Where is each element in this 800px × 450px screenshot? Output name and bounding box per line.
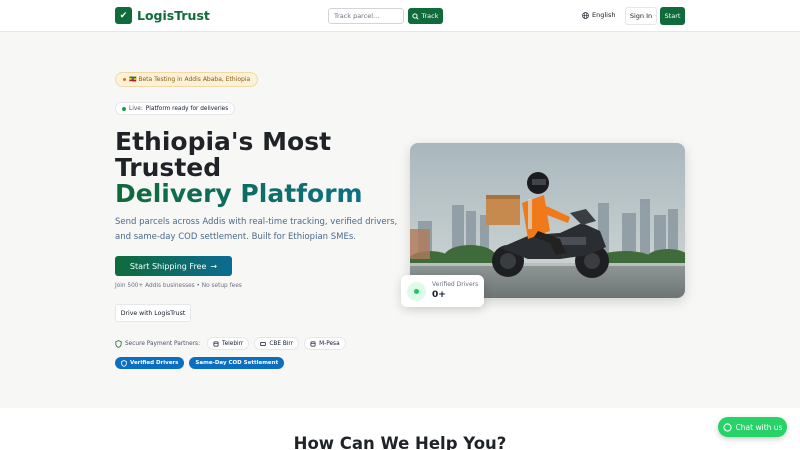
language-label: English [592, 11, 616, 19]
partner-cbe-birr: CBE Birr [254, 337, 300, 350]
live-status-badge: Live: Platform ready for deliveries [115, 102, 236, 115]
start-shipping-button[interactable]: Start Shipping Free → [115, 256, 232, 276]
top-navbar: ✔ LogisTrust Track English Sign In Start [0, 0, 800, 32]
shield-icon [115, 339, 122, 348]
live-label: Live: [129, 105, 143, 112]
section-title: How Can We Help You? [293, 434, 507, 450]
phone-icon [213, 341, 219, 346]
hero-title-line1: Ethiopia's Most [115, 127, 332, 156]
verified-drivers-count: 0+ [432, 290, 446, 300]
payment-partners: Secure Payment Partners: Telebirr CBE Bi… [115, 337, 346, 350]
partner-m-pesa-label: M-Pesa [319, 340, 340, 347]
beta-badge: 🇪🇹 Beta Testing in Addis Ababa, Ethiopia [115, 72, 259, 87]
card-icon [260, 341, 267, 346]
chat-bubble-icon [722, 422, 732, 432]
hero-title: Ethiopia's Most Trusted Delivery Platfor… [115, 129, 405, 207]
start-shipping-label: Start Shipping Free [129, 261, 207, 271]
partners-label-group: Secure Payment Partners: [115, 339, 201, 348]
arrow-right-icon: → [210, 261, 218, 271]
beta-dot-icon [123, 78, 126, 81]
live-dot-icon [122, 106, 126, 111]
chat-with-us-button[interactable]: Chat with us [718, 417, 787, 437]
tag-same-day-cod: Same-Day COD Settlement [189, 357, 285, 369]
hero-title-line2: Trusted [115, 153, 222, 182]
tag-same-day-cod-label: Same-Day COD Settlement [195, 360, 279, 366]
verified-drivers-label: Verified Drivers [432, 281, 479, 288]
chat-button-label: Chat with us [735, 422, 783, 432]
brand-name[interactable]: LogisTrust [137, 8, 210, 23]
sign-in-button[interactable]: Sign In [625, 7, 657, 25]
verified-drivers-card: Verified Drivers 0+ [401, 275, 484, 307]
tag-verified-drivers-label: Verified Drivers [130, 360, 179, 366]
partner-telebirr: Telebirr [207, 337, 250, 350]
partner-cbe-birr-label: CBE Birr [269, 340, 294, 347]
search-icon [412, 12, 420, 20]
language-selector[interactable]: English [582, 11, 615, 19]
globe-icon [582, 11, 589, 19]
live-text: Platform ready for deliveries [145, 105, 229, 112]
tag-verified-drivers: Verified Drivers [115, 357, 185, 369]
drive-with-us-button[interactable]: Drive with LogisTrust [115, 304, 191, 322]
shield-icon [121, 359, 127, 367]
logo-check-icon[interactable]: ✔ [115, 7, 132, 24]
hero-title-accent: Delivery Platform [115, 179, 363, 208]
verified-status-icon [407, 282, 426, 301]
join-text: Join 500+ Addis businesses • No setup fe… [115, 283, 242, 289]
track-button-label: Track [421, 12, 439, 20]
partners-label: Secure Payment Partners: [125, 340, 201, 347]
feature-tags: Verified Drivers Same-Day COD Settlement [115, 357, 285, 369]
beta-badge-text: 🇪🇹 Beta Testing in Addis Ababa, Ethiopia [129, 76, 251, 83]
partner-m-pesa: M-Pesa [304, 337, 346, 350]
start-button[interactable]: Start [660, 7, 685, 25]
track-parcel-input[interactable] [328, 8, 404, 24]
hero-subtitle: Send parcels across Addis with real-time… [115, 217, 398, 242]
partner-telebirr-label: Telebirr [222, 340, 244, 347]
phone-icon [310, 341, 316, 346]
track-button[interactable]: Track [408, 8, 443, 24]
